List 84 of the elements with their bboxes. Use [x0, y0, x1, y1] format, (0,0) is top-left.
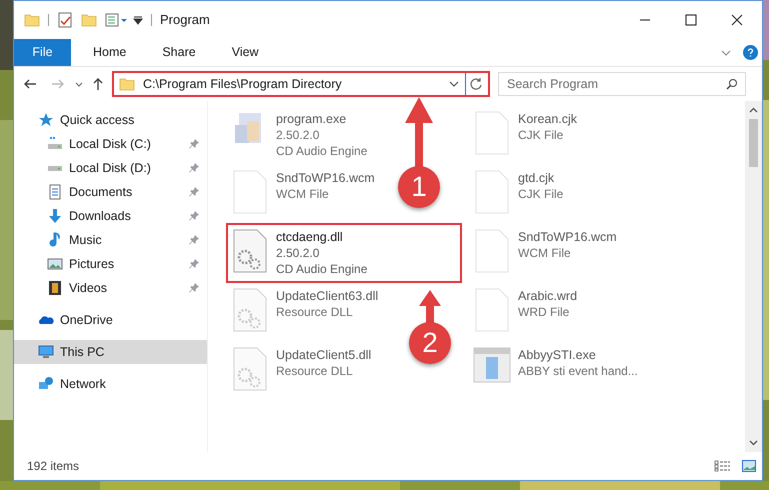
file-name[interactable]: AbbyySTI.exe — [518, 347, 638, 363]
drive-icon — [47, 166, 63, 170]
star-icon — [38, 112, 54, 128]
arrow — [418, 290, 442, 324]
file-name[interactable]: program.exe — [276, 111, 368, 127]
file-icon — [475, 288, 509, 332]
scroll-down-icon[interactable] — [749, 438, 758, 447]
gear-file-icon — [233, 288, 267, 332]
scrollbar[interactable] — [745, 101, 762, 452]
nav-item[interactable]: This PC — [14, 340, 207, 364]
arrow — [404, 97, 434, 167]
nav-item[interactable]: Quick access — [14, 108, 207, 132]
picture-icon — [47, 256, 63, 272]
details-view-icon[interactable] — [714, 460, 732, 472]
nav-item[interactable]: Network — [14, 372, 207, 396]
item-count: 192 items — [27, 458, 80, 475]
scroll-up-icon[interactable] — [749, 106, 758, 115]
gear-file-icon — [233, 229, 267, 273]
nav-item[interactable]: OneDrive — [14, 308, 207, 332]
music-note-icon — [47, 232, 63, 248]
search-field[interactable]: Search Program — [498, 72, 746, 96]
document-icon — [47, 184, 63, 200]
ribbon-tab[interactable]: View — [218, 39, 273, 66]
nav-item[interactable]: Local Disk (D:) — [14, 156, 207, 180]
properties-icon[interactable] — [105, 12, 129, 28]
file-icon — [475, 170, 509, 214]
film-icon — [47, 280, 63, 296]
window-title: Program — [160, 11, 210, 30]
file-detail: CJK File — [518, 127, 564, 143]
file-detail: WCM File — [276, 186, 330, 202]
file-icon — [233, 170, 267, 214]
file-detail: 2.50.2.0 — [276, 245, 320, 261]
checklist-icon[interactable] — [57, 12, 73, 28]
chevron-icon[interactable] — [449, 79, 459, 89]
file-detail: CD Audio Engine — [276, 143, 368, 159]
nav-item[interactable]: Documents — [14, 180, 207, 204]
ribbon-tab[interactable]: File — [14, 39, 71, 66]
nav-item[interactable]: Pictures — [14, 252, 207, 276]
nav-item[interactable]: Local Disk (C:) — [14, 132, 207, 156]
address-bar[interactable]: C:\Program Files\Program Directory — [112, 71, 490, 97]
file-name[interactable]: SndToWP16.wcm — [518, 229, 617, 245]
ribbon-tab[interactable]: Share — [148, 39, 210, 66]
file-detail: ABBY sti event hand... — [518, 363, 638, 379]
pin-icon — [189, 283, 199, 293]
gear-file-icon — [233, 347, 267, 391]
file-name[interactable]: SndToWP16.wcm — [276, 170, 375, 186]
drive-icon — [47, 136, 63, 152]
folder-icon — [119, 77, 135, 91]
file-detail: CJK File — [518, 186, 564, 202]
nav-item[interactable]: Downloads — [14, 204, 207, 228]
folder-icon — [24, 13, 40, 27]
nav-item[interactable]: Videos — [14, 276, 207, 300]
file-icon — [475, 111, 509, 155]
file-name[interactable]: Korean.cjk — [518, 111, 578, 127]
file-name[interactable]: UpdateClient5.dll — [276, 347, 372, 363]
file-detail: Resource DLL — [276, 363, 354, 379]
scrollbar-thumb[interactable] — [749, 119, 758, 167]
pin-icon — [189, 139, 199, 149]
folder-icon — [81, 13, 97, 27]
network-icon — [38, 376, 54, 392]
file-name[interactable]: ctcdaeng.dll — [276, 229, 368, 245]
file-name[interactable]: gtd.cjk — [518, 170, 564, 186]
pin-icon — [189, 235, 199, 245]
pin-icon — [189, 211, 199, 221]
dropdown-icon[interactable] — [133, 15, 143, 25]
file-detail: WCM File — [518, 245, 572, 261]
thumbnail-view-icon[interactable] — [742, 460, 756, 472]
down-arrow-icon — [47, 208, 63, 224]
ribbon-tab[interactable]: Home — [79, 39, 140, 66]
search-icon[interactable] — [726, 78, 738, 90]
computer-icon — [38, 344, 54, 360]
file-icon — [475, 229, 509, 273]
file-detail: 2.50.2.0 — [276, 127, 320, 143]
file-name[interactable]: Arabic.wrd — [518, 288, 578, 304]
file-detail: WRD File — [518, 304, 570, 320]
pin-icon — [189, 163, 199, 173]
pin-icon — [189, 259, 199, 269]
nav-item[interactable]: Music — [14, 228, 207, 252]
file-detail: Resource DLL — [276, 304, 354, 320]
file-name[interactable]: UpdateClient63.dll — [276, 288, 378, 304]
file-detail: CD Audio Engine — [276, 261, 368, 277]
application-icon — [473, 347, 511, 383]
pin-icon — [189, 187, 199, 197]
help-icon[interactable] — [743, 45, 758, 60]
